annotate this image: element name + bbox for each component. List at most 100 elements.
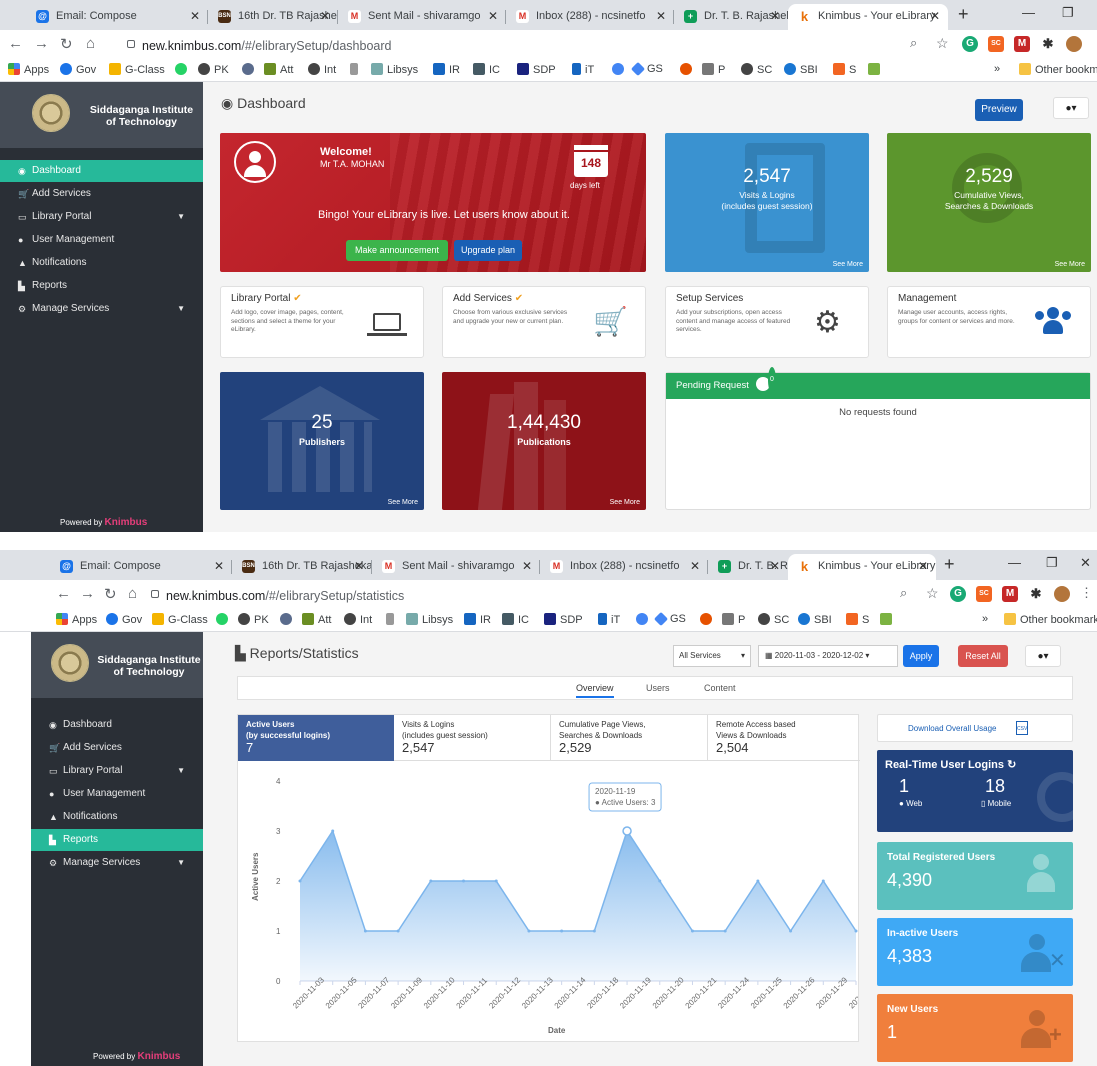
close-tab-icon[interactable]: ✕ (690, 554, 700, 578)
sidebar-item-notifications[interactable]: ▲ Notifications (0, 252, 203, 274)
sidebar-item-library-portal[interactable]: ▭ Library Portal ▼ (31, 760, 203, 782)
sc-extension-icon[interactable]: SC (988, 36, 1004, 52)
zoom-icon[interactable]: ⌕ (900, 585, 907, 601)
bookmark-whatsapp[interactable] (216, 613, 232, 626)
sidebar-item-manage-services[interactable]: ⚙ Manage Services ▼ (0, 298, 203, 320)
minimize-icon[interactable]: — (1008, 555, 1021, 570)
library-portal-tile[interactable]: Library Portal ✔ Add logo, cover image, … (220, 286, 424, 358)
tab-knimbus[interactable]: k Knimbus - Your eLibrary ✕ (788, 4, 948, 30)
apply-button[interactable]: Apply (903, 645, 939, 667)
bookmark-sc[interactable]: SC (758, 613, 789, 626)
profile-avatar[interactable] (1054, 586, 1070, 602)
sidebar-item-reports[interactable]: ▙ Reports (31, 829, 203, 851)
bookmark-s[interactable]: S (846, 613, 869, 626)
sidebar-item-user-management[interactable]: ● User Management (31, 783, 203, 805)
star-icon[interactable]: ☆ (926, 585, 939, 602)
bookmark-pen[interactable] (350, 63, 362, 76)
bookmark-sdp[interactable]: SDP (517, 63, 556, 76)
inactive-users-card[interactable]: ✕ In-active Users 4,383 (877, 918, 1073, 986)
tab-users[interactable]: Users (646, 683, 670, 693)
tab-email-compose[interactable]: @ Email: Compose ✕ (50, 554, 232, 580)
new-users-card[interactable]: + New Users 1 (877, 994, 1073, 1062)
url-field[interactable]: new.knimbus.com/#/elibrarySetup/dashboar… (142, 39, 391, 53)
sc-extension-icon[interactable]: SC (976, 586, 992, 602)
home-icon[interactable]: ⌂ (86, 35, 95, 52)
publishers-see-more[interactable]: See More (388, 499, 418, 506)
forward-icon[interactable]: → (34, 35, 49, 52)
extension-icon[interactable]: M (1002, 586, 1018, 602)
bookmark-gclass[interactable]: G-Class (152, 613, 208, 626)
close-window-icon[interactable]: ✕ (1080, 555, 1091, 571)
bookmark-orange[interactable] (680, 63, 696, 76)
bookmark-gov[interactable]: Gov (106, 613, 142, 626)
refresh-icon[interactable]: ↻ (1007, 759, 1016, 771)
sidebar-item-notifications[interactable]: ▲ Notifications (31, 806, 203, 828)
views-see-more[interactable]: See More (1055, 261, 1085, 268)
bookmark-att[interactable]: Att (264, 63, 293, 76)
bookmark-int[interactable]: Int (308, 63, 336, 76)
bookmark-pen[interactable] (386, 613, 398, 626)
add-services-tile[interactable]: Add Services ✔ Choose from various exclu… (442, 286, 646, 358)
close-tab-icon[interactable]: ✕ (488, 4, 498, 28)
bookmark-gov[interactable]: Gov (60, 63, 96, 76)
user-menu-button[interactable]: ●▾ (1025, 645, 1061, 667)
close-tab-icon[interactable]: ✕ (320, 4, 330, 28)
bookmark-libsys[interactable]: Libsys (406, 613, 453, 626)
tab-rajashekar-2[interactable]: +Dr. T. B. Rajashekar 16th✕ (674, 4, 788, 30)
grammarly-icon[interactable]: G (950, 586, 966, 602)
puzzle-icon[interactable]: ✱ (1040, 36, 1056, 52)
bookmark-sdp[interactable]: SDP (544, 613, 583, 626)
bookmark-ic[interactable]: IC (473, 63, 500, 76)
bookmarks-overflow-icon[interactable]: » (982, 613, 988, 625)
tab-inbox[interactable]: M Inbox (288) - ncsinetfo ✕ (540, 554, 708, 580)
bookmark-settings[interactable] (242, 63, 258, 76)
puzzle-icon[interactable]: ✱ (1028, 586, 1044, 602)
service-filter-select[interactable]: All Services ▾ (673, 645, 751, 667)
tab-overview[interactable]: Overview (576, 683, 614, 698)
more-menu-icon[interactable]: ⋮ (1080, 585, 1093, 601)
close-tab-icon[interactable]: ✕ (656, 4, 666, 28)
bookmark-apps[interactable]: Apps (56, 613, 97, 626)
bookmark-sbi[interactable]: SBI (798, 613, 832, 626)
tab-content[interactable]: Content (704, 683, 736, 693)
bookmark-pk[interactable]: PK (238, 613, 269, 626)
date-range-picker[interactable]: ▦ 2020-11-03 - 2020-12-02 ▾ (758, 645, 898, 667)
registered-users-card[interactable]: Total Registered Users 4,390 (877, 842, 1073, 910)
bookmark-google[interactable] (636, 613, 652, 626)
tab-rajashekar-1[interactable]: BSN16th Dr. TB Rajashekar✕ (208, 4, 338, 30)
tab-email-compose[interactable]: @ Email: Compose ✕ (26, 4, 208, 30)
bookmark-libsys[interactable]: Libsys (371, 63, 418, 76)
publishers-card[interactable]: 25 Publishers See More (220, 372, 424, 510)
sidebar-item-dashboard[interactable]: ◉ Dashboard (31, 714, 203, 736)
reload-icon[interactable]: ↻ (60, 35, 73, 53)
upgrade-plan-button[interactable]: Upgrade plan (454, 240, 522, 261)
bookmark-ic[interactable]: IC (502, 613, 529, 626)
bookmark-other[interactable]: Other bookma (1019, 63, 1097, 76)
user-menu-button[interactable]: ●▾ (1053, 97, 1089, 119)
sidebar-item-dashboard[interactable]: ◉ Dashboard (0, 160, 203, 182)
bookmark-green[interactable] (880, 613, 896, 626)
tab-knimbus[interactable]: k Knimbus - Your eLibrary ✕ (788, 554, 936, 580)
bookmark-gs[interactable]: GS (653, 611, 686, 627)
metric-remote-access[interactable]: Remote Access based Views & Downloads 2,5… (708, 715, 860, 761)
bookmark-whatsapp[interactable] (175, 63, 191, 76)
new-tab-icon[interactable]: + (944, 554, 955, 575)
publications-card[interactable]: 1,44,430 Publications See More (442, 372, 646, 510)
setup-services-tile[interactable]: Setup Services Add your subscriptions, o… (665, 286, 869, 358)
restore-icon[interactable]: ❐ (1062, 5, 1074, 21)
bookmark-int[interactable]: Int (344, 613, 372, 626)
extension-icon[interactable]: M (1014, 36, 1030, 52)
bookmarks-overflow-icon[interactable]: » (994, 63, 1000, 75)
sidebar-item-add-services[interactable]: 🛒 Add Services (31, 737, 203, 759)
close-tab-icon[interactable]: ✕ (770, 4, 780, 28)
sidebar-item-manage-services[interactable]: ⚙ Manage Services ▼ (31, 852, 203, 874)
metric-visits[interactable]: Visits & Logins (includes guest session) … (394, 715, 551, 761)
bookmark-orange[interactable] (700, 613, 716, 626)
forward-icon[interactable]: → (80, 585, 95, 602)
sidebar-item-library-portal[interactable]: ▭ Library Portal ▼ (0, 206, 203, 228)
close-tab-icon[interactable]: ✕ (770, 554, 780, 578)
tab-sent-mail[interactable]: M Sent Mail - shivaramgo ✕ (338, 4, 506, 30)
reload-icon[interactable]: ↻ (104, 585, 117, 603)
metric-active-users[interactable]: Active Users (by successful logins) 7 (238, 715, 394, 761)
sidebar-item-reports[interactable]: ▙ Reports (0, 275, 203, 297)
